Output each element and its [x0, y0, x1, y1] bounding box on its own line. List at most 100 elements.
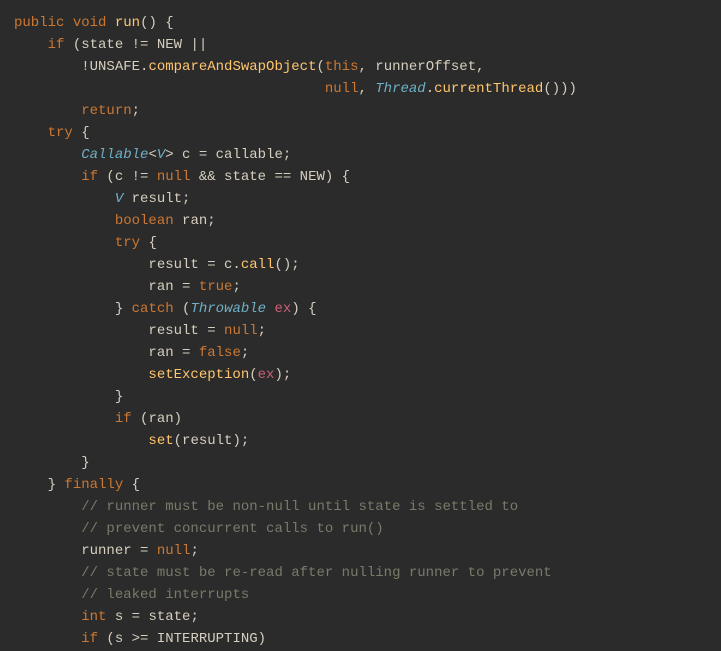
code-line: // state must be re-read after nulling r…: [14, 565, 552, 581]
code-token: public: [14, 15, 64, 31]
code-line: }: [14, 455, 90, 471]
code-line: // runner must be non-null until state i…: [14, 499, 518, 515]
code-token: if: [115, 411, 132, 427]
code-token: (ran): [132, 411, 182, 427]
code-token: (result);: [174, 433, 250, 449]
code-line: boolean ran;: [14, 213, 216, 229]
code-token: ,: [358, 81, 375, 97]
code-token: V: [115, 191, 123, 207]
code-line: if (s >= INTERRUPTING): [14, 631, 266, 647]
code-token: try: [115, 235, 140, 251]
code-token: (: [316, 59, 324, 75]
code-line: ran = false;: [14, 345, 249, 361]
code-token: this: [325, 59, 359, 75]
code-token: if: [81, 631, 98, 647]
code-block: public void run() { if (state != NEW || …: [0, 0, 721, 651]
code-token: V: [157, 147, 165, 163]
code-line: try {: [14, 235, 157, 251]
code-token: currentThread: [434, 81, 543, 97]
code-line: V result;: [14, 191, 190, 207]
code-token: ;: [132, 103, 140, 119]
code-line: !UNSAFE.compareAndSwapObject(this, runne…: [14, 59, 485, 75]
code-token: s = state;: [106, 609, 198, 625]
code-token: ex: [258, 367, 275, 383]
code-token: if: [81, 169, 98, 185]
code-token: (s >= INTERRUPTING): [98, 631, 266, 647]
code-token: void: [73, 15, 107, 31]
code-token: ;: [258, 323, 266, 339]
code-token: (: [174, 301, 191, 317]
code-token: set: [148, 433, 173, 449]
code-token: (: [249, 367, 257, 383]
code-token: (c !=: [98, 169, 157, 185]
code-line: ran = true;: [14, 279, 241, 295]
code-line: // leaked interrupts: [14, 587, 249, 603]
code-token: {: [123, 477, 140, 493]
code-line: return;: [14, 103, 140, 119]
code-token: null: [157, 543, 191, 559]
code-line: if (ran): [14, 411, 182, 427]
code-token: ex: [275, 301, 292, 317]
code-line: } finally {: [14, 477, 140, 493]
code-token: , runnerOffset,: [358, 59, 484, 75]
code-line: runner = null;: [14, 543, 199, 559]
code-token: }: [115, 301, 132, 317]
code-token: call: [241, 257, 275, 273]
code-token: false: [199, 345, 241, 361]
code-token: {: [73, 125, 90, 141]
code-token: .: [426, 81, 434, 97]
code-token: // state must be re-read after nulling r…: [81, 565, 551, 581]
code-token: ran;: [174, 213, 216, 229]
code-line: if (state != NEW ||: [14, 37, 207, 53]
code-line: public void run() {: [14, 15, 174, 31]
code-token: ;: [232, 279, 240, 295]
code-token: () {: [140, 15, 174, 31]
code-token: ;: [241, 345, 249, 361]
code-token: }: [81, 455, 89, 471]
code-token: result = c.: [148, 257, 240, 273]
code-token: // prevent concurrent calls to run(): [81, 521, 383, 537]
code-token: // runner must be non-null until state i…: [81, 499, 518, 515]
code-token: (state != NEW ||: [64, 37, 207, 53]
code-token: Throwable: [190, 301, 266, 317]
code-token: run: [115, 15, 140, 31]
code-line: try {: [14, 125, 90, 141]
code-line: setException(ex);: [14, 367, 291, 383]
code-token: result;: [123, 191, 190, 207]
code-line: if (c != null && state == NEW) {: [14, 169, 350, 185]
code-token: <: [148, 147, 156, 163]
code-token: try: [48, 125, 73, 141]
code-token: boolean: [115, 213, 174, 229]
code-token: catch: [132, 301, 174, 317]
code-token: [106, 15, 114, 31]
code-token: true: [199, 279, 233, 295]
code-token: Callable: [81, 147, 148, 163]
code-token: return: [81, 103, 131, 119]
code-token: null: [325, 81, 359, 97]
code-token: null: [157, 169, 191, 185]
code-line: null, Thread.currentThread())): [14, 81, 577, 97]
code-token: [266, 301, 274, 317]
code-token: && state == NEW) {: [190, 169, 350, 185]
code-token: compareAndSwapObject: [148, 59, 316, 75]
code-token: }: [48, 477, 65, 493]
code-line: set(result);: [14, 433, 249, 449]
code-token: }: [115, 389, 123, 405]
code-token: {: [140, 235, 157, 251]
code-token: if: [48, 37, 65, 53]
code-token: ;: [190, 543, 198, 559]
code-line: }: [14, 389, 123, 405]
code-token: int: [81, 609, 106, 625]
code-token: > c = callable;: [165, 147, 291, 163]
code-line: int s = state;: [14, 609, 199, 625]
code-token: null: [224, 323, 258, 339]
code-token: !UNSAFE.: [81, 59, 148, 75]
code-line: result = c.call();: [14, 257, 300, 273]
code-token: ran =: [148, 345, 198, 361]
code-token: // leaked interrupts: [81, 587, 249, 603]
code-line: } catch (Throwable ex) {: [14, 301, 317, 317]
code-token: runner =: [81, 543, 157, 559]
code-token: ())): [543, 81, 577, 97]
code-token: ran =: [148, 279, 198, 295]
code-token: [64, 15, 72, 31]
